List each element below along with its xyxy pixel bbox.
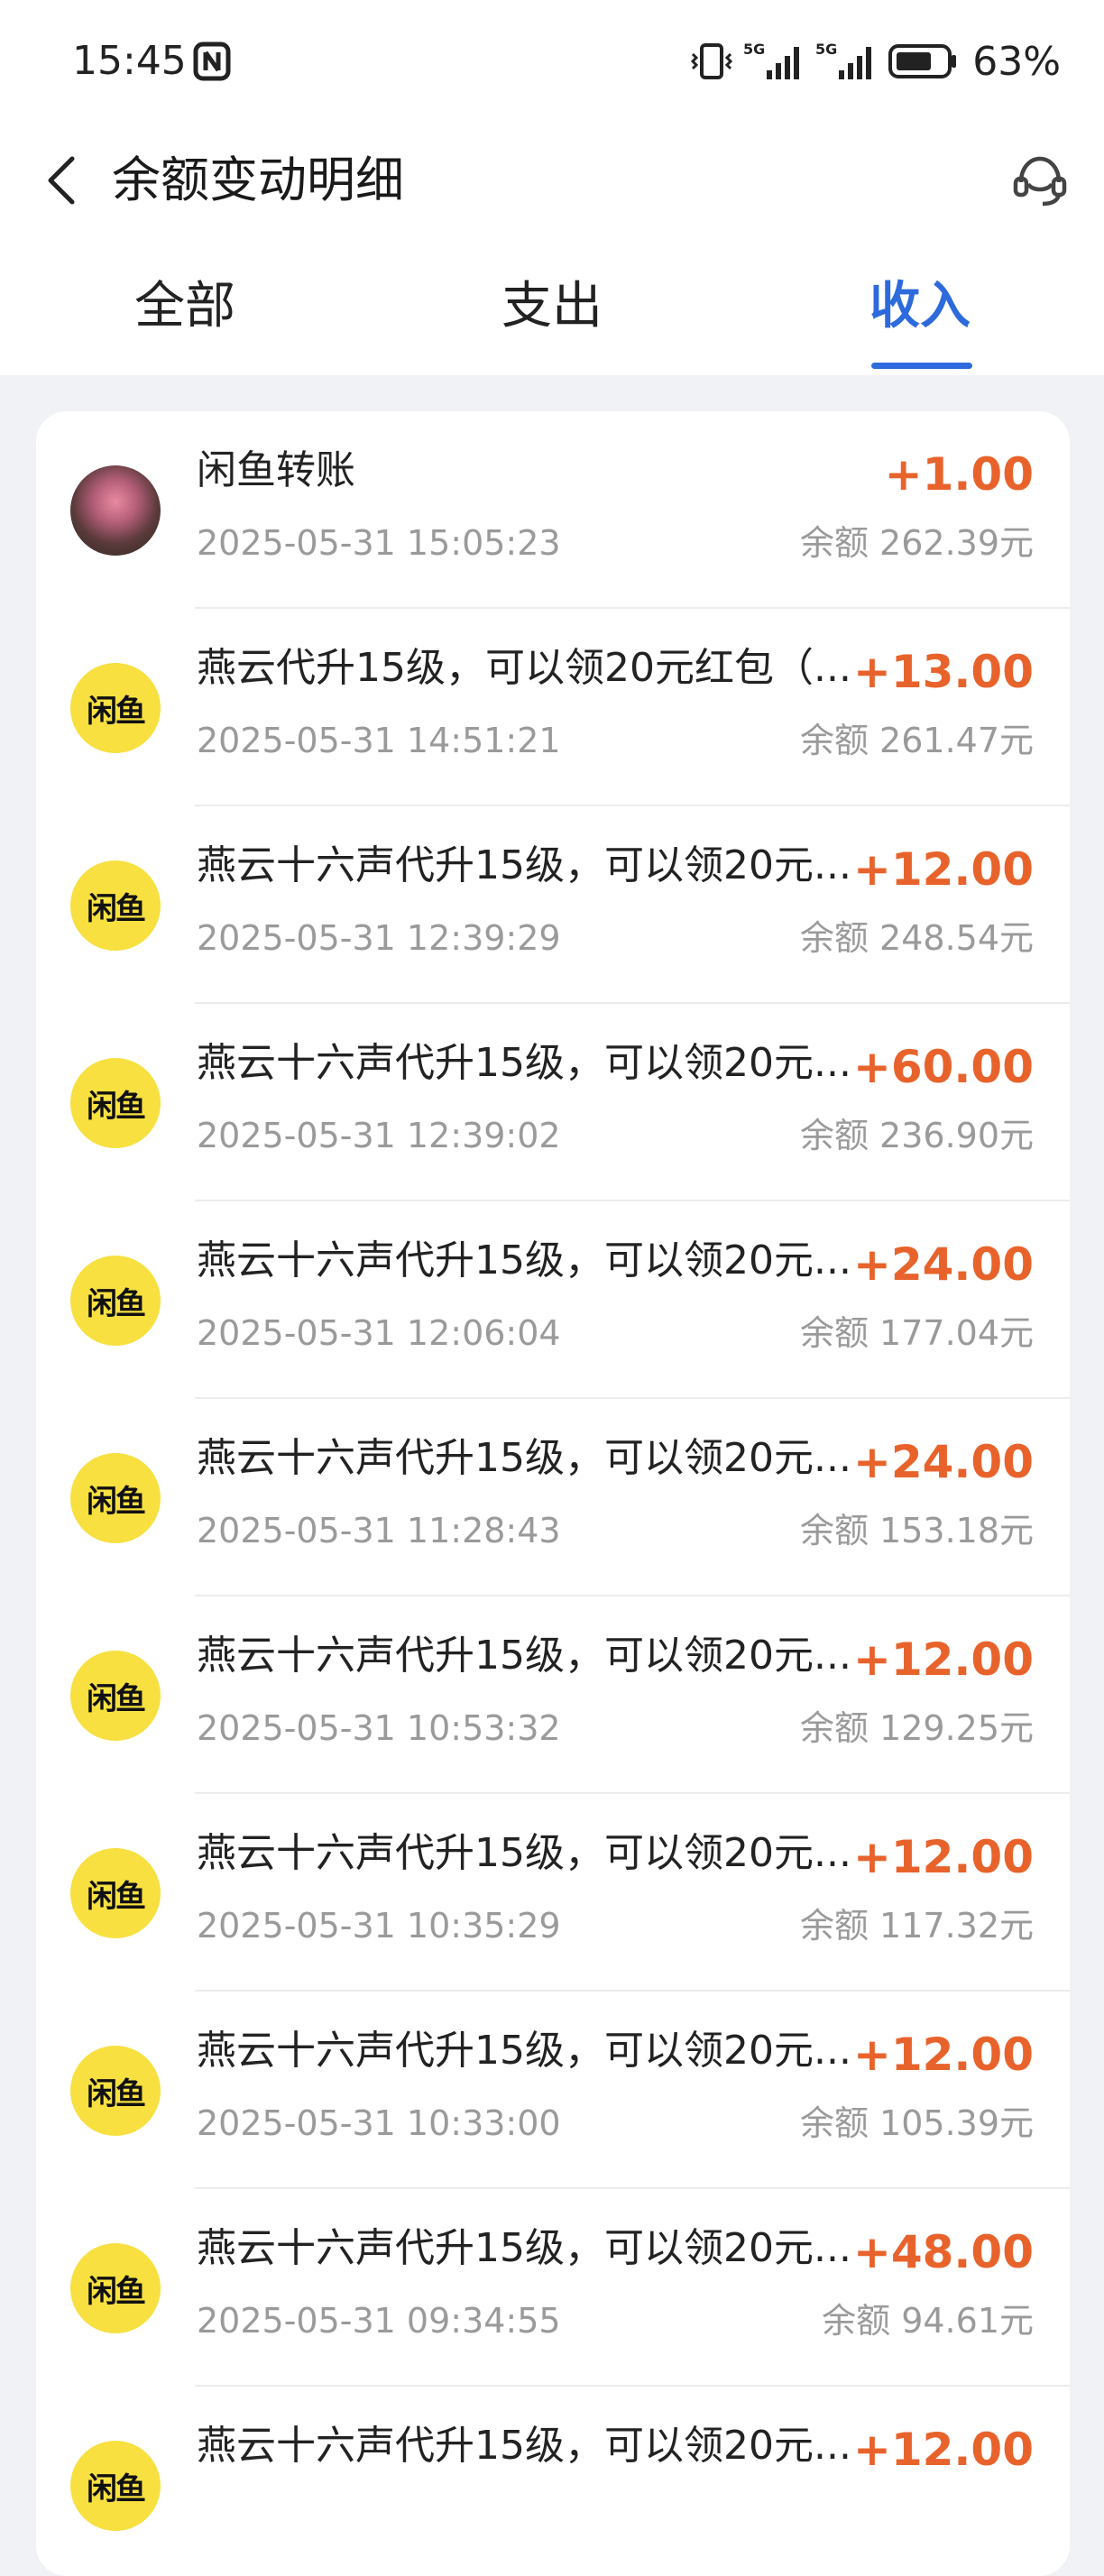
transaction-title: 闲鱼转账 — [197, 447, 355, 493]
status-bar: 15:45 5G 5G 63% — [0, 0, 1104, 126]
vibrate-icon — [691, 43, 733, 79]
transaction-title: 燕云代升15级，可以领20元红包（... — [197, 645, 851, 691]
transaction-amount: +12.00 — [852, 1831, 1034, 1883]
signal-label-1: 5G — [743, 41, 765, 58]
transaction-amount: +1.00 — [884, 448, 1034, 501]
signal-icon-1: 5G — [743, 41, 800, 79]
xianyu-logo-text: 闲鱼 — [87, 1483, 146, 1520]
status-time: 15:45 — [72, 38, 187, 84]
transaction-amount: +24.00 — [852, 1436, 1034, 1488]
transaction-balance: 余额 117.32元 — [799, 1906, 1034, 1946]
xianyu-logo-text: 闲鱼 — [87, 2075, 146, 2112]
transaction-title: 燕云十六声代升15级，可以领20元... — [197, 1435, 851, 1481]
transaction-row[interactable]: 闲鱼 燕云十六声代升15级，可以领20元... +12.00 — [36, 2387, 1070, 2576]
xianyu-logo-icon: 闲鱼 — [70, 1453, 161, 1543]
xianyu-logo-text: 闲鱼 — [87, 2470, 146, 2507]
transaction-time: 2025-05-31 09:34:55 — [197, 2301, 561, 2341]
transaction-balance: 余额 129.25元 — [799, 1708, 1034, 1748]
transaction-amount: +24.00 — [852, 1238, 1034, 1291]
battery-percentage: 63% — [972, 38, 1061, 85]
signal-label-2: 5G — [815, 41, 837, 58]
xianyu-logo-icon: 闲鱼 — [70, 1848, 161, 1938]
xianyu-logo-text: 闲鱼 — [87, 1285, 146, 1322]
transaction-row[interactable]: 闲鱼 燕云十六声代升15级，可以领20元... 2025-05-31 10:53:3… — [36, 1596, 1070, 1794]
page-title: 余额变动明细 — [112, 152, 404, 208]
xianyu-logo-icon: 闲鱼 — [70, 860, 161, 951]
transaction-balance: 余额 105.39元 — [799, 2103, 1034, 2143]
transaction-row[interactable]: 闲鱼转账 2025-05-31 15:05:23 +1.00 余额 262.39元 — [36, 411, 1070, 609]
transaction-time: 2025-05-31 10:33:00 — [197, 2103, 561, 2143]
transaction-title: 燕云十六声代升15级，可以领20元... — [197, 842, 851, 888]
transaction-row[interactable]: 闲鱼 燕云十六声代升15级，可以领20元... 2025-05-31 12:39:2… — [36, 806, 1070, 1004]
transaction-amount: +12.00 — [852, 1633, 1034, 1686]
transaction-amount: +12.00 — [852, 2029, 1034, 2081]
transaction-row[interactable]: 闲鱼 燕云十六声代升15级，可以领20元... 2025-05-31 09:34:5… — [36, 2189, 1070, 2387]
back-arrow-icon[interactable] — [36, 152, 94, 209]
title-bar: 余额变动明细 — [0, 126, 1104, 235]
status-icons: 5G 5G 63% — [689, 36, 1061, 87]
tab-expense[interactable]: 支出 — [417, 278, 687, 336]
transaction-balance: 余额 94.61元 — [822, 2301, 1034, 2341]
transaction-row[interactable]: 闲鱼 燕云十六声代升15级，可以领20元... 2025-05-31 12:06:0… — [36, 1201, 1070, 1399]
transaction-amount: +12.00 — [852, 2424, 1034, 2476]
xianyu-logo-text: 闲鱼 — [87, 890, 146, 927]
xianyu-logo-icon: 闲鱼 — [70, 2046, 161, 2136]
transaction-balance: 余额 153.18元 — [799, 1511, 1034, 1550]
transaction-amount: +60.00 — [852, 1041, 1034, 1093]
transaction-title: 燕云十六声代升15级，可以领20元... — [197, 2423, 851, 2469]
transaction-title: 燕云十六声代升15级，可以领20元... — [197, 1830, 851, 1876]
transaction-time: 2025-05-31 14:51:21 — [197, 721, 561, 760]
xianyu-logo-text: 闲鱼 — [87, 693, 146, 730]
transaction-row[interactable]: 闲鱼 燕云十六声代升15级，可以领20元... 2025-05-31 10:35:2… — [36, 1794, 1070, 1992]
xianyu-logo-icon: 闲鱼 — [70, 1058, 161, 1148]
transaction-title: 燕云十六声代升15级，可以领20元... — [197, 1040, 851, 1086]
xianyu-logo-icon: 闲鱼 — [70, 2441, 161, 2531]
transaction-time: 2025-05-31 12:39:02 — [197, 1116, 561, 1155]
xianyu-logo-text: 闲鱼 — [87, 1878, 146, 1915]
filter-tabs: 全部 支出 收入 — [0, 235, 1104, 375]
transaction-balance: 余额 262.39元 — [799, 523, 1034, 563]
battery-icon — [888, 44, 957, 78]
xianyu-logo-icon: 闲鱼 — [70, 1256, 161, 1346]
transaction-time: 2025-05-31 12:39:29 — [197, 918, 561, 958]
tab-income[interactable]: 收入 — [785, 278, 1055, 336]
transaction-row[interactable]: 闲鱼 燕云代升15级，可以领20元红包（... 2025-05-31 14:51:2… — [36, 609, 1070, 806]
transaction-title: 燕云十六声代升15级，可以领20元... — [197, 1633, 851, 1679]
xianyu-logo-text: 闲鱼 — [87, 2273, 146, 2310]
transaction-title: 燕云十六声代升15级，可以领20元... — [197, 2225, 851, 2271]
transaction-time: 2025-05-31 12:06:04 — [197, 1313, 561, 1353]
xianyu-logo-text: 闲鱼 — [87, 1680, 146, 1717]
transaction-balance: 余额 261.47元 — [799, 721, 1034, 760]
xianyu-logo-icon: 闲鱼 — [70, 1651, 161, 1741]
transaction-title: 燕云十六声代升15级，可以领20元... — [197, 2028, 851, 2074]
transaction-time: 2025-05-31 11:28:43 — [197, 1511, 561, 1550]
transaction-amount: +48.00 — [852, 2226, 1034, 2278]
transaction-amount: +12.00 — [852, 843, 1034, 896]
nfc-icon — [193, 41, 231, 81]
user-avatar — [70, 465, 161, 556]
tab-all[interactable]: 全部 — [50, 278, 320, 336]
xianyu-logo-icon: 闲鱼 — [70, 2243, 161, 2333]
transaction-balance: 余额 248.54元 — [799, 918, 1034, 958]
top-header: 15:45 5G 5G 63% 余额变动明细 全部 支出 收入 — [0, 0, 1104, 375]
transaction-row[interactable]: 闲鱼 燕云十六声代升15级，可以领20元... 2025-05-31 10:33:0… — [36, 1992, 1070, 2189]
transaction-time: 2025-05-31 10:35:29 — [197, 1906, 561, 1946]
transaction-list: 闲鱼转账 2025-05-31 15:05:23 +1.00 余额 262.39元 闲鱼… — [36, 411, 1070, 2576]
transaction-balance: 余额 236.90元 — [799, 1116, 1034, 1155]
xianyu-logo-text: 闲鱼 — [87, 1088, 146, 1125]
xianyu-logo-icon: 闲鱼 — [70, 663, 161, 753]
transaction-balance: 余额 177.04元 — [799, 1313, 1034, 1353]
transaction-row[interactable]: 闲鱼 燕云十六声代升15级，可以领20元... 2025-05-31 12:39:0… — [36, 1004, 1070, 1201]
transaction-amount: +13.00 — [852, 646, 1034, 698]
active-tab-indicator — [871, 363, 972, 369]
transaction-title: 燕云十六声代升15级，可以领20元... — [197, 1237, 851, 1283]
transaction-row[interactable]: 闲鱼 燕云十六声代升15级，可以领20元... 2025-05-31 11:28:4… — [36, 1399, 1070, 1596]
customer-service-icon[interactable] — [1008, 150, 1072, 213]
transaction-time: 2025-05-31 15:05:23 — [197, 523, 561, 563]
transaction-time: 2025-05-31 10:53:32 — [197, 1708, 561, 1748]
signal-icon-2: 5G — [815, 41, 872, 79]
